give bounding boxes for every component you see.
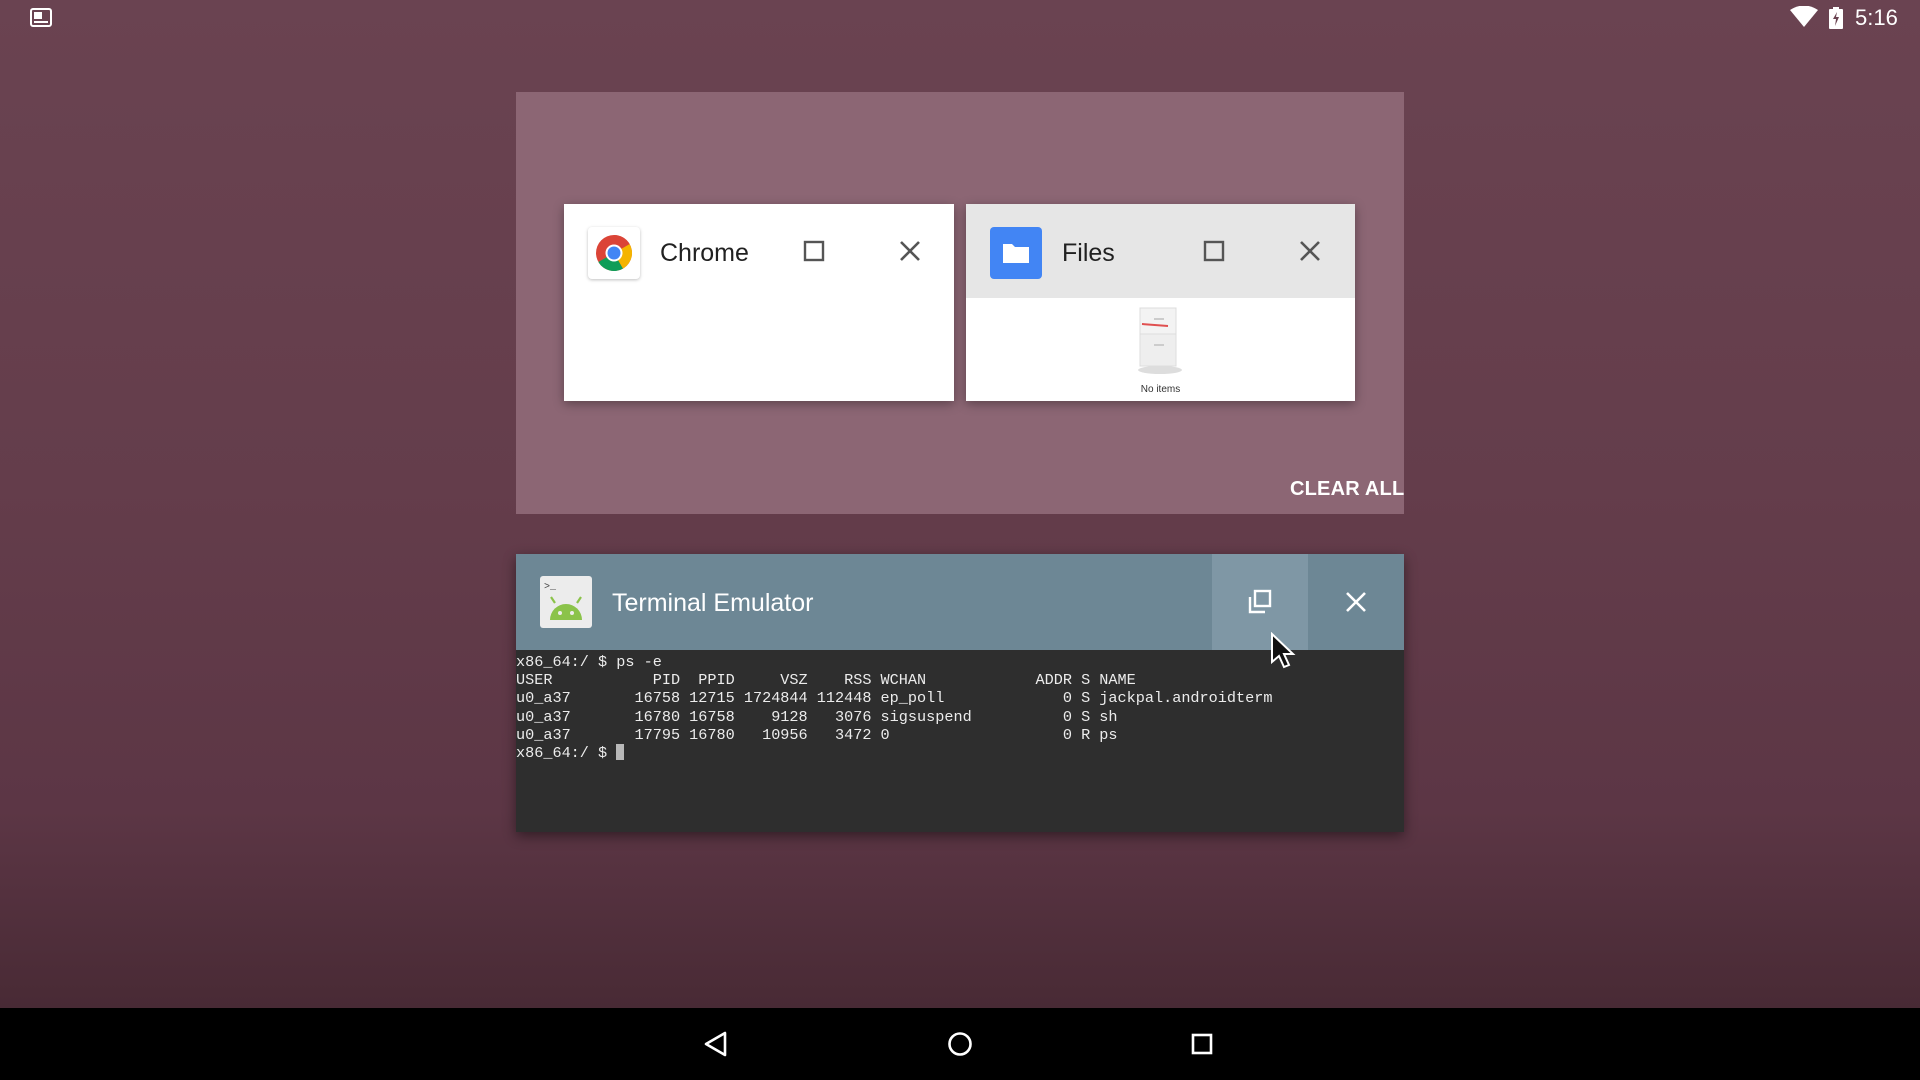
maximize-icon: [1203, 240, 1225, 262]
close-icon: [1300, 241, 1320, 261]
close-task-button[interactable]: [886, 227, 934, 275]
chrome-icon: [588, 227, 640, 279]
close-icon: [1346, 592, 1366, 612]
text-cursor: [616, 744, 625, 761]
terminal-prompt: x86_64:/ $: [516, 744, 617, 763]
clear-all-button[interactable]: CLEAR ALL: [1290, 478, 1404, 501]
terminal-output[interactable]: x86_64:/ $ ps -e USER PID PPID VSZ RSS W…: [516, 653, 1272, 762]
navigation-bar: [0, 1008, 1920, 1080]
maximize-button[interactable]: [790, 227, 838, 275]
wifi-icon: [1790, 6, 1818, 27]
home-icon: [948, 1032, 972, 1056]
close-icon: [900, 241, 920, 261]
recents-icon: [1191, 1033, 1213, 1055]
restore-icon: [1248, 589, 1272, 614]
task-card-title: Chrome: [660, 239, 749, 267]
maximize-icon: [803, 240, 825, 262]
window-title: Terminal Emulator: [612, 589, 814, 617]
task-card-files[interactable]: Files No items: [966, 204, 1355, 401]
task-card-header: Chrome: [564, 204, 954, 298]
back-icon: [704, 1031, 727, 1057]
battery-icon: [1829, 7, 1843, 29]
task-card-title: Files: [1062, 239, 1115, 267]
task-card-chrome[interactable]: Chrome: [564, 204, 954, 401]
close-task-button[interactable]: [1286, 227, 1334, 275]
terminal-android-icon: >_: [540, 576, 592, 628]
terminal-line: x86_64:/ $ ps -e: [516, 653, 662, 671]
recents-button[interactable]: [1180, 1022, 1224, 1066]
maximize-button[interactable]: [1190, 227, 1238, 275]
back-button[interactable]: [694, 1022, 738, 1066]
terminal-line: u0_a37 16758 12715 1724844 112448 ep_pol…: [516, 689, 1273, 708]
empty-cabinet-illustration: [1138, 307, 1182, 374]
task-card-header: Files: [966, 204, 1355, 298]
terminal-line: u0_a37 17795 16780 10956 3472 0 0 R ps: [516, 725, 1118, 744]
terminal-line: USER PID PPID VSZ RSS WCHAN ADDR S NAME: [516, 671, 1136, 690]
empty-state-label: No items: [1140, 384, 1181, 395]
clock: 5:16: [1855, 5, 1898, 30]
svg-text:>_: >_: [544, 582, 557, 593]
folder-icon: [990, 227, 1042, 279]
terminal-window[interactable]: >_ Terminal Emulator x86_64:/ $ ps -e US…: [516, 554, 1404, 832]
status-bar: 5:16: [0, 0, 1920, 36]
terminal-line: u0_a37 16780 16758 9128 3076 sigsuspend …: [516, 707, 1118, 726]
mouse-pointer-icon: [1271, 632, 1296, 669]
home-button[interactable]: [938, 1022, 982, 1066]
close-window-button[interactable]: [1308, 554, 1404, 650]
screenshot-notification-icon[interactable]: [30, 8, 52, 28]
